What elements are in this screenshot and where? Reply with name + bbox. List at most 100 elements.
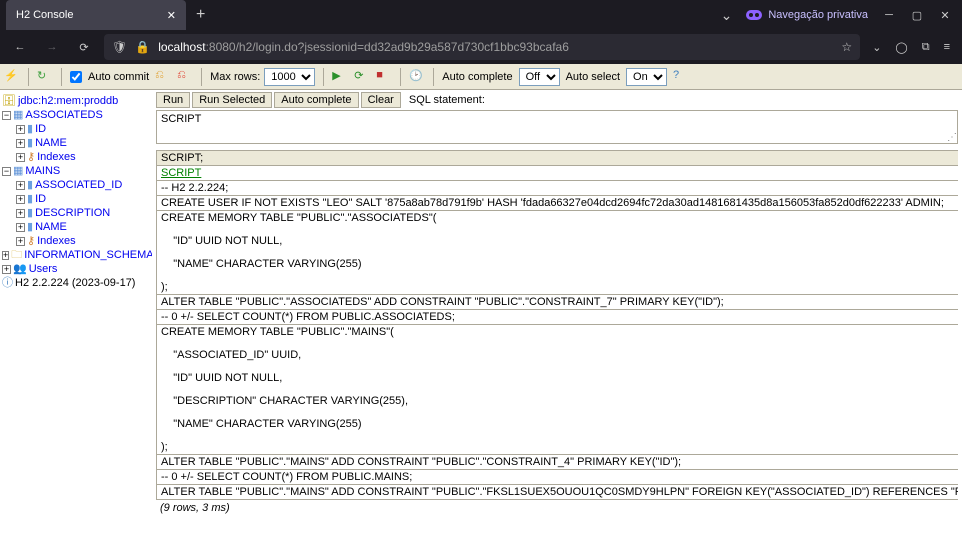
lock-icon[interactable]: 🔒 bbox=[135, 40, 150, 54]
maximize-button[interactable]: ▢ bbox=[910, 8, 924, 22]
autocomplete-button[interactable]: Auto complete bbox=[274, 92, 358, 108]
index-icon: ⚷ bbox=[27, 234, 35, 248]
result-row: ALTER TABLE "PUBLIC"."MAINS" ADD CONSTRA… bbox=[157, 455, 959, 470]
browser-titlebar: H2 Console ✕ + ⌄ Navegação privativa ─ ▢… bbox=[0, 0, 962, 30]
autocomplete-select[interactable]: Off bbox=[519, 68, 560, 86]
database-icon: 🗄 bbox=[2, 94, 16, 108]
tabs-dropdown-icon[interactable]: ⌄ bbox=[721, 7, 733, 24]
info-icon: ⓘ bbox=[2, 276, 13, 290]
history-icon[interactable]: 🕑 bbox=[409, 69, 425, 85]
result-row: "ID" UUID NOT NULL, bbox=[157, 371, 959, 394]
pocket-icon[interactable]: ⌄ bbox=[872, 41, 881, 54]
expand-icon[interactable]: + bbox=[16, 181, 25, 190]
expand-icon[interactable]: + bbox=[16, 153, 25, 162]
autocommit-label: Auto commit bbox=[88, 71, 149, 83]
users-link[interactable]: Users bbox=[29, 262, 58, 276]
autocommit-checkbox[interactable] bbox=[70, 71, 82, 83]
url-path: :8080/h2/login.do?jsessionid=dd32ad9b29a… bbox=[206, 40, 569, 54]
shield-icon[interactable]: 🛡 bbox=[112, 40, 127, 54]
sql-input[interactable]: SCRIPT ⋰ bbox=[156, 110, 958, 144]
col-id[interactable]: ID bbox=[35, 122, 46, 136]
run-icon[interactable]: ▶ bbox=[332, 69, 348, 85]
help-icon[interactable]: ? bbox=[673, 69, 689, 85]
url-host: localhost bbox=[158, 40, 205, 54]
rollback-icon[interactable]: ⎌ bbox=[177, 69, 193, 85]
url-bar[interactable]: 🛡 🔒 localhost:8080/h2/login.do?jsessioni… bbox=[104, 34, 860, 60]
result-row: ); bbox=[157, 440, 959, 455]
results-panel: SCRIPT; SCRIPT -- H2 2.2.224; CREATE USE… bbox=[156, 150, 958, 516]
run-selected-button[interactable]: Run Selected bbox=[192, 92, 272, 108]
result-row: -- 0 +/- SELECT COUNT(*) FROM PUBLIC.ASS… bbox=[157, 310, 959, 325]
autoselect-select[interactable]: On bbox=[626, 68, 667, 86]
expand-icon[interactable]: + bbox=[2, 251, 9, 260]
indexes-link[interactable]: Indexes bbox=[37, 150, 76, 164]
autocomplete-label: Auto complete bbox=[442, 71, 512, 83]
expand-icon[interactable]: + bbox=[16, 125, 25, 134]
result-row: ALTER TABLE "PUBLIC"."ASSOCIATEDS" ADD C… bbox=[157, 295, 959, 310]
information-schema[interactable]: INFORMATION_SCHEMA bbox=[24, 248, 152, 262]
expand-icon[interactable]: + bbox=[16, 209, 25, 218]
expand-icon[interactable]: + bbox=[16, 223, 25, 232]
results-header: SCRIPT; bbox=[157, 151, 959, 166]
result-row: "NAME" CHARACTER VARYING(255) bbox=[157, 417, 959, 440]
table-associateds[interactable]: ASSOCIATEDS bbox=[25, 108, 102, 122]
resize-handle[interactable]: ⋰ bbox=[947, 132, 957, 143]
result-row: -- H2 2.2.224; bbox=[157, 181, 959, 196]
col-description[interactable]: DESCRIPTION bbox=[35, 206, 110, 220]
minimize-button[interactable]: ─ bbox=[882, 8, 896, 22]
result-row: "ASSOCIATED_ID" UUID, bbox=[157, 348, 959, 371]
close-tab-icon[interactable]: ✕ bbox=[167, 9, 176, 22]
menu-icon[interactable]: ≡ bbox=[944, 41, 950, 54]
h2-toolbar: ⚡ ↻ Auto commit ⎌ ⎌ Max rows: 1000 ▶ ⟳ ■… bbox=[0, 64, 962, 90]
col-name[interactable]: NAME bbox=[35, 220, 67, 234]
collapse-icon[interactable]: − bbox=[2, 167, 11, 176]
new-tab-button[interactable]: + bbox=[196, 6, 205, 24]
browser-tab[interactable]: H2 Console ✕ bbox=[6, 0, 186, 30]
db-link[interactable]: jdbc:h2:mem:proddb bbox=[18, 94, 118, 108]
column-icon: ▮ bbox=[27, 220, 33, 234]
expand-icon[interactable]: + bbox=[16, 139, 25, 148]
indexes-link[interactable]: Indexes bbox=[37, 234, 76, 248]
maxrows-label: Max rows: bbox=[210, 71, 260, 83]
extensions-icon[interactable]: ⧉ bbox=[922, 41, 930, 54]
table-mains[interactable]: MAINS bbox=[25, 164, 60, 178]
reload-button[interactable]: ⟳ bbox=[72, 41, 96, 54]
browser-navbar: ← → ⟳ 🛡 🔒 localhost:8080/h2/login.do?jse… bbox=[0, 30, 962, 64]
clear-button[interactable]: Clear bbox=[361, 92, 401, 108]
column-icon: ▮ bbox=[27, 192, 33, 206]
run-selected-icon[interactable]: ⟳ bbox=[354, 69, 370, 85]
back-button[interactable]: ← bbox=[8, 41, 32, 53]
commit-icon[interactable]: ⎌ bbox=[155, 69, 171, 85]
forward-button: → bbox=[40, 41, 64, 53]
sql-text: SCRIPT bbox=[161, 113, 201, 125]
script-link[interactable]: SCRIPT bbox=[161, 167, 201, 179]
result-row: CREATE MEMORY TABLE "PUBLIC"."MAINS"( bbox=[157, 325, 959, 349]
bookmark-star-icon[interactable]: ☆ bbox=[841, 40, 852, 54]
expand-icon[interactable]: + bbox=[16, 237, 25, 246]
table-icon: ▦ bbox=[13, 108, 23, 122]
tab-title: H2 Console bbox=[16, 9, 73, 21]
account-icon[interactable]: ◯ bbox=[895, 41, 907, 54]
schema-tree: 🗄 jdbc:h2:mem:proddb − ▦ ASSOCIATEDS + ▮… bbox=[0, 90, 152, 550]
run-button[interactable]: Run bbox=[156, 92, 190, 108]
column-icon: ▮ bbox=[27, 206, 33, 220]
refresh-icon[interactable]: ↻ bbox=[37, 69, 53, 85]
stop-icon[interactable]: ■ bbox=[376, 69, 392, 85]
results-status: (9 rows, 3 ms) bbox=[156, 500, 958, 516]
table-icon: ▦ bbox=[13, 164, 23, 178]
index-icon: ⚷ bbox=[27, 150, 35, 164]
col-name[interactable]: NAME bbox=[35, 136, 67, 150]
close-window-button[interactable]: ✕ bbox=[938, 8, 952, 22]
column-icon: ▮ bbox=[27, 178, 33, 192]
disconnect-icon[interactable]: ⚡ bbox=[4, 69, 20, 85]
expand-icon[interactable]: + bbox=[16, 195, 25, 204]
expand-icon[interactable]: + bbox=[2, 265, 11, 274]
version-label: H2 2.2.224 (2023-09-17) bbox=[15, 276, 135, 290]
folder-icon: 🗀 bbox=[11, 248, 22, 262]
col-id[interactable]: ID bbox=[35, 192, 46, 206]
maxrows-select[interactable]: 1000 bbox=[264, 68, 315, 86]
collapse-icon[interactable]: − bbox=[2, 111, 11, 120]
h2-console: ⚡ ↻ Auto commit ⎌ ⎌ Max rows: 1000 ▶ ⟳ ■… bbox=[0, 64, 962, 550]
autoselect-label: Auto select bbox=[566, 71, 620, 83]
col-associated-id[interactable]: ASSOCIATED_ID bbox=[35, 178, 122, 192]
